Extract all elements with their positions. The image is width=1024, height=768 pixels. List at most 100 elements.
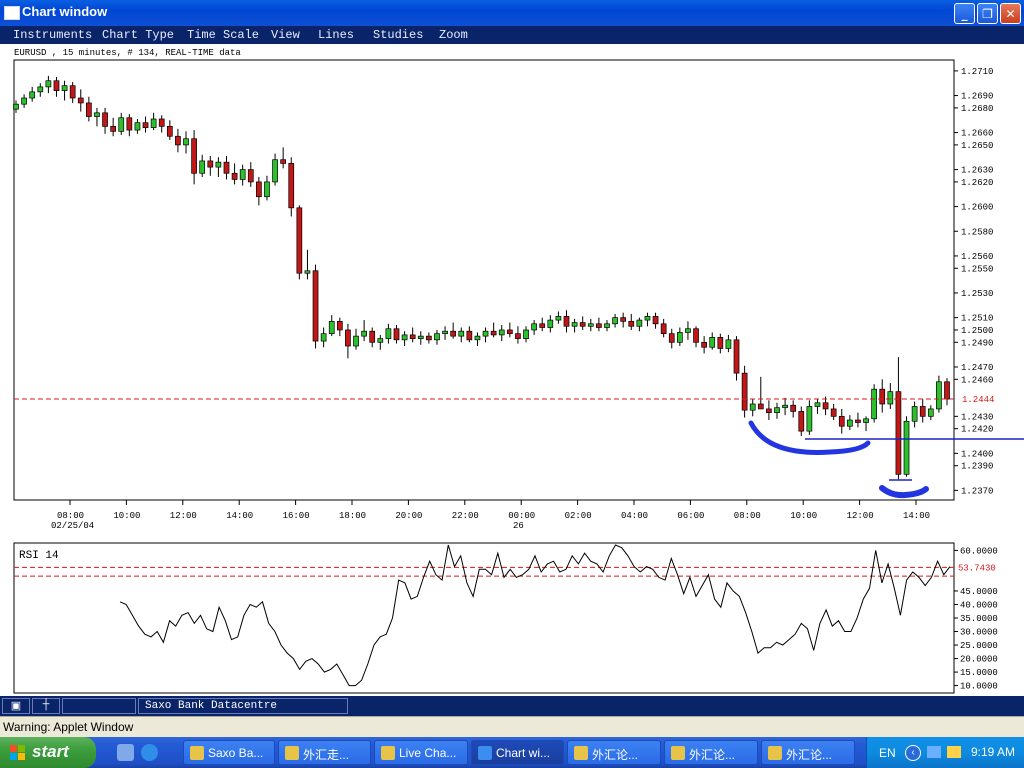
candle-down — [256, 181, 262, 198]
price-y-axis: 1.2710 1.2690 1.2680 1.2660 1.2650 1.2630 1.26… — [954, 67, 993, 496]
taskbar-button[interactable]: Chart wi... — [471, 740, 564, 765]
chart-canvas[interactable]: EURUSD , 15 minutes, # 134, REAL-TIME da… — [0, 44, 1024, 696]
chevron-left-icon[interactable]: ‹ — [905, 745, 921, 761]
candle-up — [401, 334, 408, 341]
price-x-tick-label: 22:00 — [452, 511, 479, 521]
price-y-tick-label: 1.2460 — [961, 375, 993, 385]
candle-up — [644, 316, 651, 321]
price-y-tick-label: 1.2680 — [961, 104, 993, 114]
network-icon[interactable] — [927, 746, 941, 758]
candle-down — [733, 339, 740, 374]
taskbar-button-label: Chart wi... — [496, 746, 551, 760]
candle-down — [579, 322, 586, 327]
app-window-icon — [4, 6, 20, 20]
candle-down — [919, 406, 926, 417]
price-y-tick-label: 1.2600 — [961, 203, 993, 213]
price-y-tick-label: 1.2400 — [961, 449, 993, 459]
taskbar-button[interactable]: 外汇论... — [761, 740, 855, 765]
candle-down — [944, 381, 950, 400]
candle-up — [13, 103, 19, 110]
candle-down — [126, 117, 133, 131]
candle-down — [466, 330, 473, 341]
chart-area[interactable]: EURUSD , 15 minutes, # 134, REAL-TIME da… — [0, 44, 1024, 696]
rsi-plot-frame[interactable] — [13, 542, 955, 694]
ie-icon — [478, 746, 492, 760]
candle-up — [604, 323, 610, 328]
candle-up — [636, 319, 643, 327]
taskbar-button[interactable]: 外汇论... — [664, 740, 758, 765]
candle-up — [61, 85, 68, 91]
menu-lines[interactable]: Lines — [318, 28, 354, 42]
menu-view[interactable]: View — [271, 28, 300, 42]
menu-zoom[interactable]: Zoom — [439, 28, 468, 42]
language-indicator[interactable]: EN — [879, 746, 896, 760]
candle-up — [531, 323, 537, 331]
close-button[interactable]: ✕ — [1000, 3, 1021, 24]
candle-down — [490, 330, 497, 336]
candle-up — [304, 270, 311, 274]
candle-down — [879, 388, 886, 405]
candle-up — [353, 335, 359, 347]
rsi-title: RSI 14 — [19, 550, 59, 562]
price-x-tick-label: 00:00 — [508, 511, 535, 521]
current-price-label: 1.2444 — [962, 395, 994, 405]
tray-app-icon[interactable] — [947, 746, 961, 758]
taskbar-button[interactable]: 外汇走... — [278, 740, 371, 765]
candle-up — [215, 161, 222, 168]
candle-up — [21, 97, 27, 105]
candle-up — [94, 112, 100, 117]
candle-up — [725, 339, 732, 349]
tool-button[interactable]: ▣ — [2, 698, 30, 714]
candle-down — [830, 408, 837, 417]
app-icon — [671, 746, 685, 760]
price-x-tick-label: 16:00 — [283, 511, 310, 521]
crosshair-button[interactable]: ┼ — [32, 698, 60, 714]
candle-up — [587, 323, 594, 327]
menu-instruments[interactable]: Instruments — [13, 28, 92, 42]
candle-up — [45, 80, 52, 88]
menu-chart-type[interactable]: Chart Type — [102, 28, 174, 42]
data-source-label: Saxo Bank Datacentre — [138, 698, 348, 714]
quicklaunch-desktop-icon[interactable] — [117, 744, 134, 761]
minimize-icon: _ — [961, 7, 968, 21]
candle-down — [142, 122, 149, 128]
menu-time-scale[interactable]: Time Scale — [187, 28, 259, 42]
restore-icon: ❐ — [982, 7, 993, 21]
app-icon — [190, 746, 204, 760]
candle-up — [458, 330, 465, 337]
rsi-y-tick-label: 20.0000 — [960, 655, 998, 665]
candle-down — [312, 270, 319, 342]
candle-down — [223, 161, 230, 174]
candle-up — [320, 333, 327, 342]
price-y-tick-label: 1.2660 — [961, 129, 993, 139]
candle-up — [385, 328, 392, 339]
candle-up — [442, 330, 448, 335]
start-button[interactable]: start — [0, 737, 96, 768]
candle-up — [498, 329, 505, 336]
candle-up — [417, 335, 424, 339]
candle-down — [741, 372, 748, 411]
chart-status-bar: ▣ ┼ Saxo Bank Datacentre — [0, 697, 1024, 716]
candle-down — [77, 97, 84, 104]
price-x-tick-label: 10:00 — [790, 511, 817, 521]
restore-button[interactable]: ❐ — [977, 3, 998, 24]
candle-up — [377, 338, 384, 343]
price-y-tick-label: 1.2490 — [961, 338, 993, 348]
menu-studies[interactable]: Studies — [373, 28, 423, 42]
candle-down — [426, 335, 432, 341]
taskbar-button[interactable]: Live Cha... — [374, 740, 468, 765]
rsi-y-tick-label: 40.0000 — [960, 600, 998, 610]
clock[interactable]: 9:19 AM — [971, 745, 1015, 759]
minimize-button[interactable]: _ — [954, 3, 975, 24]
taskbar-button-label: 外汇走... — [303, 748, 350, 762]
price-x-tick-label: 10:00 — [113, 511, 140, 521]
window-titlebar[interactable]: Chart window _ ❐ ✕ — [0, 0, 1024, 26]
close-icon: ✕ — [1005, 7, 1016, 21]
taskbar-button[interactable]: 外汇论... — [567, 740, 661, 765]
quicklaunch-ie-icon[interactable] — [141, 744, 158, 761]
taskbar-button[interactable]: Saxo Ba... — [183, 740, 275, 765]
candle-up — [134, 122, 141, 131]
app-icon — [574, 746, 588, 760]
candle-down — [231, 172, 238, 180]
applet-warning-text: Warning: Applet Window — [3, 720, 134, 734]
